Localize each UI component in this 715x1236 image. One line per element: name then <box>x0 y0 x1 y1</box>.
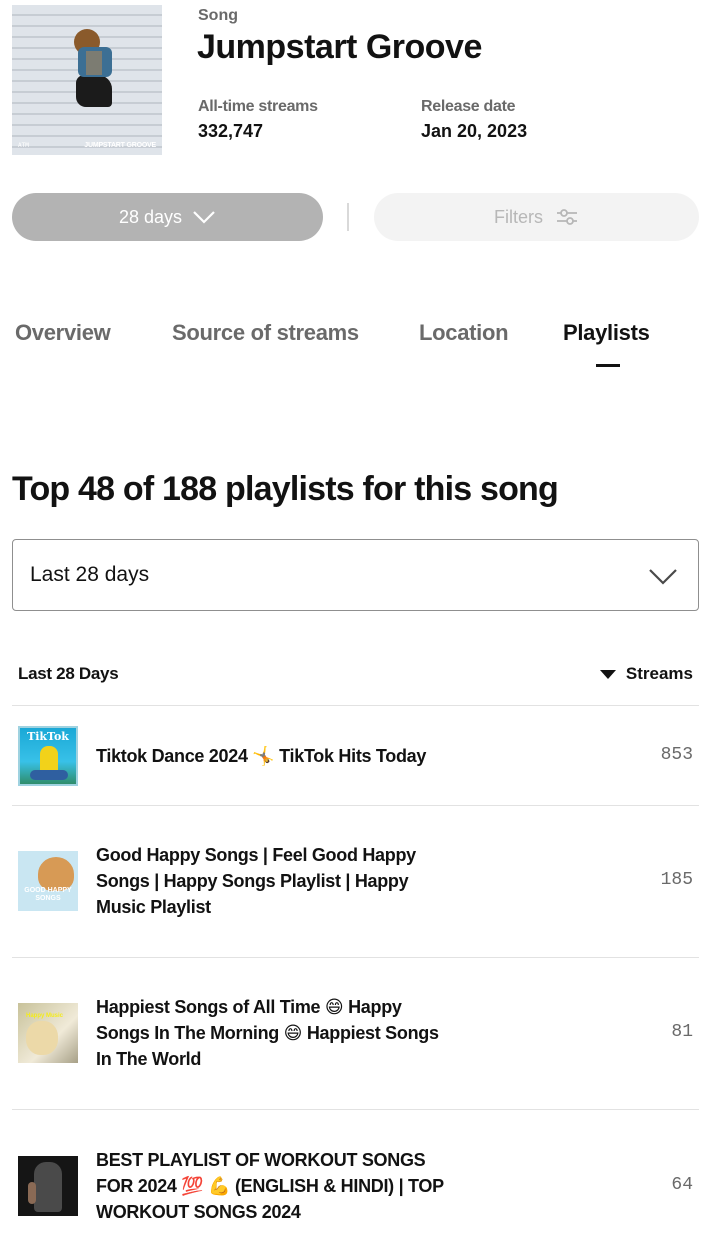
playlists-section-title: Top 48 of 188 playlists for this song <box>12 470 559 508</box>
active-tab-indicator <box>596 364 620 367</box>
tab-location[interactable]: Location <box>419 320 509 346</box>
playlist-thumbnail: Happy Music <box>18 1003 78 1063</box>
cover-figure <box>74 29 114 109</box>
release-date-value: Jan 20, 2023 <box>421 121 528 141</box>
streams-column-label: Streams <box>625 664 693 683</box>
all-time-streams-value: 332,747 <box>198 121 264 141</box>
cover-title: JUMPSTART GROOVE <box>84 142 156 149</box>
sort-descending-icon <box>599 669 616 679</box>
playlist-thumbnail <box>18 1156 78 1216</box>
playlist-streams: 853 <box>660 745 693 765</box>
playlist-streams: 64 <box>671 1175 693 1195</box>
period-label: 28 days <box>118 206 183 227</box>
playlist-streams: 81 <box>671 1022 693 1042</box>
song-tabs: Overview Source of streams Location Play… <box>0 320 715 370</box>
table-row[interactable]: BEST PLAYLIST OF WORKOUT SONGS FOR 2024 … <box>12 1109 699 1236</box>
playlist-name[interactable]: BEST PLAYLIST OF WORKOUT SONGS FOR 2024 … <box>96 1147 456 1225</box>
playlist-thumbnail: TikTok <box>18 726 78 786</box>
streams-sort-header[interactable]: Streams <box>599 664 693 684</box>
song-cover-art: ATM JUMPSTART GROOVE <box>12 5 162 155</box>
cover-logo: ATM <box>18 142 29 149</box>
all-time-streams-label: All-time streams <box>198 98 318 115</box>
table-row[interactable]: GOOD HAPPY SONGS Good Happy Songs | Feel… <box>12 805 699 957</box>
playlist-name[interactable]: Tiktok Dance 2024 🤸 TikTok Hits Today <box>96 743 456 769</box>
controls-divider <box>347 203 349 231</box>
chevron-down-icon <box>193 211 215 224</box>
period-dropdown-button[interactable]: 28 days <box>12 193 323 241</box>
filters-label: Filters <box>494 206 543 227</box>
release-date-label: Release date <box>421 98 516 115</box>
tab-playlists[interactable]: Playlists <box>563 320 650 346</box>
period-column-header: Last 28 Days <box>18 664 119 683</box>
range-select[interactable]: Last 28 days <box>12 539 699 611</box>
playlists-table: TikTok Tiktok Dance 2024 🤸 TikTok Hits T… <box>12 705 699 1236</box>
song-kind-label: Song <box>198 7 238 24</box>
playlist-thumbnail: GOOD HAPPY SONGS <box>18 851 78 911</box>
tab-source-of-streams[interactable]: Source of streams <box>172 320 359 346</box>
chevron-down-icon <box>649 569 677 585</box>
song-title: Jumpstart Groove <box>197 28 482 66</box>
range-select-value: Last 28 days <box>30 563 150 586</box>
playlist-streams: 185 <box>660 870 693 890</box>
sliders-icon <box>557 209 577 225</box>
table-row[interactable]: Happy Music Happiest Songs of All Time 😄… <box>12 957 699 1109</box>
filters-button[interactable]: Filters <box>374 193 699 241</box>
playlist-name[interactable]: Good Happy Songs | Feel Good Happy Songs… <box>96 842 456 920</box>
tab-overview[interactable]: Overview <box>15 320 111 346</box>
table-row[interactable]: TikTok Tiktok Dance 2024 🤸 TikTok Hits T… <box>12 705 699 805</box>
playlists-table-header: Last 28 Days Streams <box>12 660 699 690</box>
playlist-name[interactable]: Happiest Songs of All Time 😄 Happy Songs… <box>96 994 456 1072</box>
song-header: ATM JUMPSTART GROOVE Song Jumpstart Groo… <box>0 0 715 170</box>
